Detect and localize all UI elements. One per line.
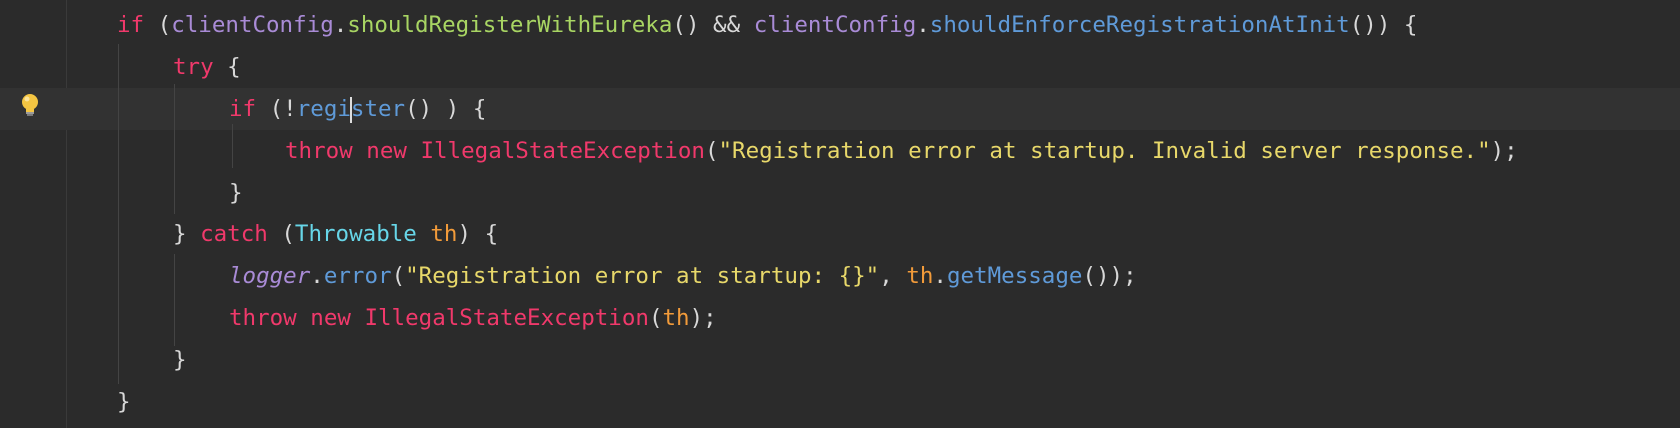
keyword-throw: throw (285, 138, 353, 164)
keyword-if: if (229, 96, 257, 122)
code-line-9[interactable]: } (173, 339, 187, 381)
method-register: regi (296, 96, 351, 122)
punct: ); (1490, 138, 1518, 164)
type-throwable: Throwable (294, 221, 417, 247)
code-line-8[interactable]: throw new IllegalStateException(th); (229, 297, 717, 339)
punct: ()); (1082, 263, 1137, 289)
punct: ( (648, 305, 663, 331)
punct: , (879, 263, 907, 289)
method-register: ster (350, 96, 406, 122)
method-get-message: getMessage (946, 263, 1083, 289)
punct: ( (391, 263, 406, 289)
keyword-throw: throw (229, 305, 297, 331)
punct: . (333, 12, 348, 38)
punct: } (229, 180, 243, 206)
punct: . (310, 263, 324, 289)
code-line-5[interactable]: } (229, 172, 243, 214)
field-client-config: clientConfig (753, 12, 917, 38)
lightbulb-icon[interactable] (18, 92, 42, 120)
punct: } (173, 347, 187, 373)
code-line-4[interactable]: throw new IllegalStateException("Registr… (285, 130, 1518, 172)
code-line-1[interactable]: if (clientConfig.shouldRegisterWithEurek… (117, 4, 1417, 46)
param-th: th (662, 305, 690, 331)
indent-guide (118, 44, 119, 384)
keyword-catch: catch (200, 221, 268, 247)
punct: () && (672, 12, 754, 38)
code-line-10[interactable]: } (117, 381, 131, 423)
keyword-if: if (117, 12, 145, 38)
punct: (! (256, 96, 297, 122)
keyword-new: new (352, 138, 421, 164)
field-client-config: clientConfig (171, 12, 334, 38)
method-should-register: shouldRegisterWithEureka (347, 12, 673, 38)
indent-guide (232, 124, 233, 168)
punct: ( (704, 138, 719, 164)
type-illegal-state-exception: IllegalStateException (420, 138, 705, 164)
code-line-3[interactable]: if (!register() ) { (229, 88, 486, 130)
code-line-7[interactable]: logger.error("Registration error at star… (229, 255, 1137, 297)
keyword-new: new (296, 305, 365, 331)
method-error: error (323, 263, 392, 289)
punct: ); (689, 305, 717, 331)
type-illegal-state-exception: IllegalStateException (364, 305, 649, 331)
code-line-2[interactable]: try { (173, 46, 241, 88)
field-logger: logger (229, 263, 311, 289)
punct: ()) { (1349, 12, 1418, 38)
punct: { (213, 54, 241, 80)
code-editor[interactable]: if (clientConfig.shouldRegisterWithEurek… (0, 0, 1680, 428)
punct: } (117, 389, 131, 415)
method-should-enforce: shouldEnforceRegistrationAtInit (929, 12, 1350, 38)
punct: ( (267, 221, 295, 247)
punct: } (173, 221, 201, 247)
indent-guide (174, 254, 175, 346)
punct: . (933, 263, 947, 289)
punct: ) { (457, 221, 499, 247)
indent-guide (174, 84, 175, 214)
punct: ( (144, 12, 172, 38)
param-th: th (906, 263, 934, 289)
param-th: th (430, 221, 458, 247)
punct: () ) { (405, 96, 487, 122)
punct: . (916, 12, 930, 38)
string-literal: "Registration error at startup: {}" (405, 263, 880, 289)
keyword-try: try (173, 54, 214, 80)
gutter-separator (66, 0, 67, 428)
string-literal: "Registration error at startup. Invalid … (718, 138, 1491, 164)
code-line-6[interactable]: } catch (Throwable th) { (173, 213, 498, 255)
